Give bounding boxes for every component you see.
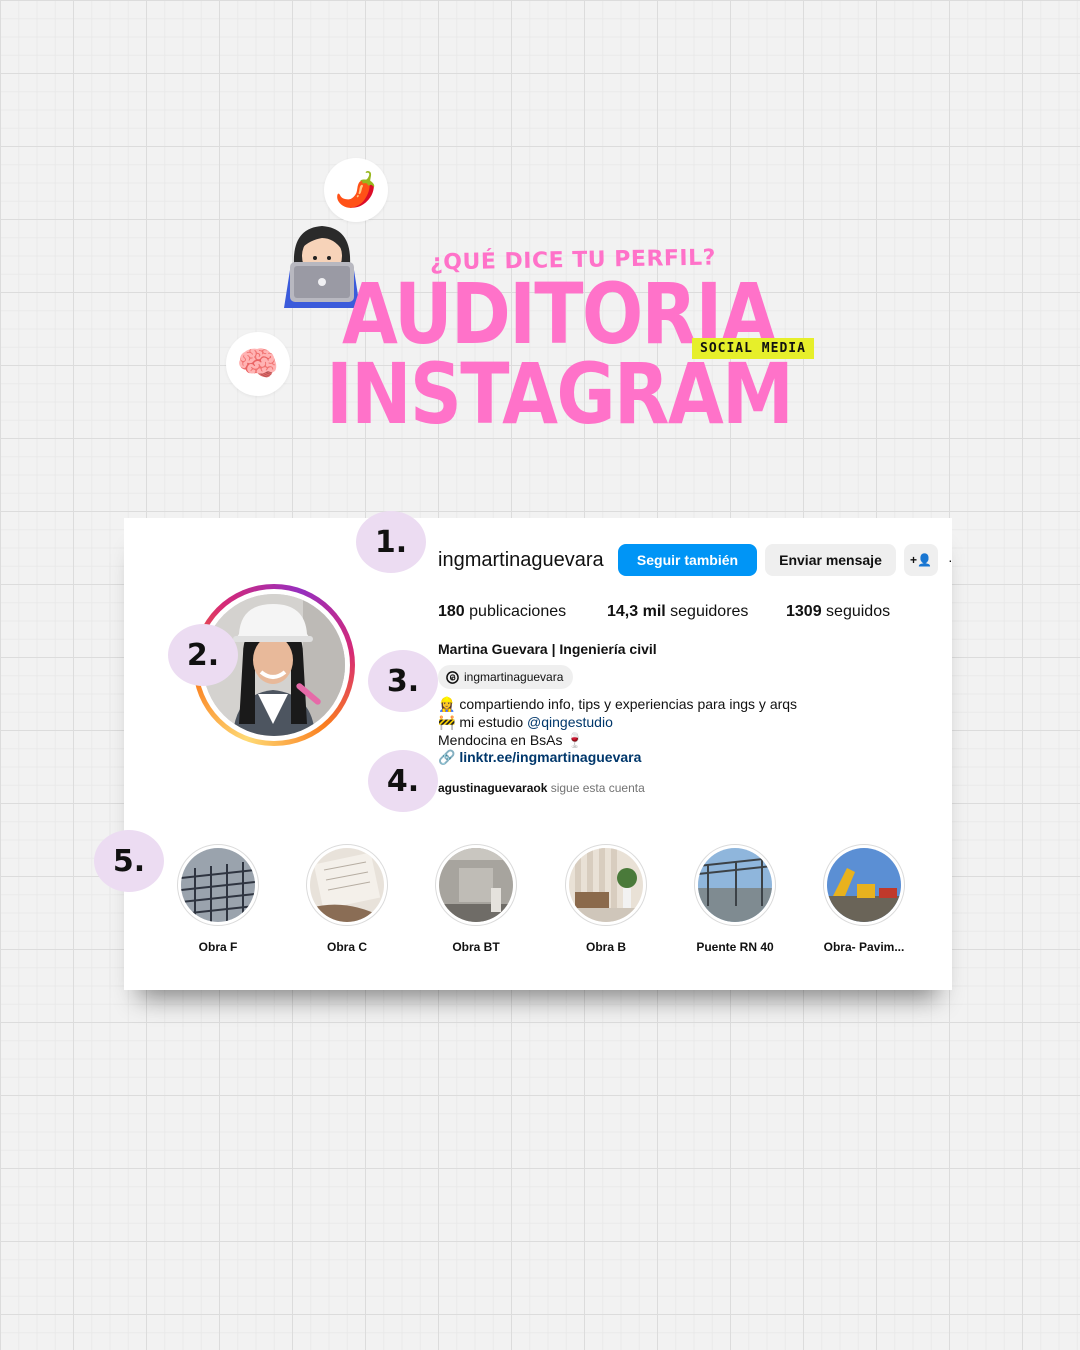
- highlight-label: Obra F: [198, 940, 238, 954]
- marker-3: 3.: [368, 650, 438, 712]
- more-options-icon[interactable]: ·: [948, 552, 953, 568]
- stat-posts[interactable]: 180 publicaciones: [438, 603, 566, 621]
- highlight-label: Obra BT: [452, 940, 500, 954]
- link-icon: 🔗: [438, 749, 456, 765]
- profile-link-text: linktr.ee/ingmartinaguevara: [459, 749, 642, 765]
- marker-5: 5.: [94, 830, 164, 892]
- marker-2: 2.: [168, 624, 238, 686]
- add-user-button[interactable]: +👤: [904, 544, 938, 576]
- highlight-thumbnail: [698, 848, 772, 922]
- marker-1: 1.: [356, 511, 426, 573]
- brain-icon: 🧠: [226, 332, 290, 396]
- highlight-thumbnail: [569, 848, 643, 922]
- highlight-label: Obra- Pavim...: [823, 940, 905, 954]
- highlight-thumbnail: [439, 848, 513, 922]
- worker-icon: 👷‍♀️: [438, 696, 456, 712]
- stat-followers[interactable]: 14,3 mil seguidores: [607, 603, 748, 621]
- following-count: 1309: [786, 603, 822, 620]
- chili-icon: 🌶️: [324, 158, 388, 222]
- bio-line-2: 🚧 mi estudio @qingestudio: [438, 714, 613, 731]
- highlight-item[interactable]: Obra BT: [434, 844, 518, 954]
- highlight-thumbnail: [181, 848, 255, 922]
- highlight-item[interactable]: Puente RN 40: [693, 844, 777, 954]
- highlight-item[interactable]: Obra- Pavim...: [822, 844, 906, 954]
- marker-4: 4.: [368, 750, 438, 812]
- threads-badge[interactable]: ingmartinaguevara: [438, 665, 574, 689]
- bio-text-1: compartiendo info, tips y experiencias p…: [459, 696, 798, 712]
- followers-label: seguidores: [670, 603, 749, 620]
- title-instagram: INSTAGRAM: [326, 345, 794, 443]
- highlight-label: Obra B: [585, 940, 626, 954]
- construction-icon: 🚧: [438, 714, 456, 730]
- highlight-label: Puente RN 40: [696, 940, 774, 954]
- posts-label: publicaciones: [469, 603, 567, 620]
- threads-handle: ingmartinaguevara: [464, 670, 564, 684]
- highlight-item[interactable]: Obra C: [305, 844, 389, 954]
- posts-count: 180: [438, 603, 465, 620]
- following-label: seguidos: [826, 603, 891, 620]
- bio-line-1: 👷‍♀️ compartiendo info, tips y experienc…: [438, 696, 797, 713]
- highlight-label: Obra C: [326, 940, 367, 954]
- follow-button[interactable]: Seguir también: [618, 544, 757, 576]
- highlight-thumbnail: [827, 848, 901, 922]
- threads-icon: [446, 670, 459, 684]
- followed-by-user: agustinaguevaraok: [438, 781, 548, 795]
- bio-line-3: Mendocina en BsAs 🍷: [438, 732, 584, 748]
- highlight-item[interactable]: Obra B: [564, 844, 648, 954]
- highlight-item[interactable]: Obra F: [176, 844, 260, 954]
- followed-by[interactable]: agustinaguevaraok sigue esta cuenta: [438, 781, 645, 795]
- bio-mention-link[interactable]: @qingestudio: [527, 714, 613, 730]
- stat-following[interactable]: 1309 seguidos: [786, 603, 890, 621]
- display-name: Martina Guevara | Ingeniería civil: [438, 641, 657, 657]
- bio-text-2: mi estudio: [459, 714, 524, 730]
- message-button[interactable]: Enviar mensaje: [765, 544, 896, 576]
- profile-link[interactable]: 🔗 linktr.ee/ingmartinaguevara: [438, 749, 641, 766]
- profile-username: ingmartinaguevara: [438, 549, 604, 571]
- followers-count: 14,3 mil: [607, 603, 666, 620]
- followed-by-text: sigue esta cuenta: [550, 781, 645, 795]
- highlight-thumbnail: [310, 848, 384, 922]
